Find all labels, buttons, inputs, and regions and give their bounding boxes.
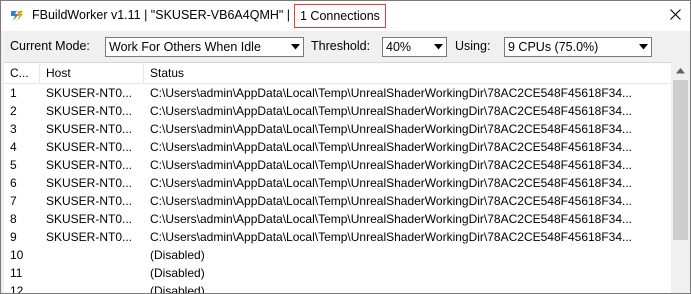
list-item[interactable]: 2 SKUSER-NT0... C:\Users\admin\AppData\Loc… — [4, 102, 671, 120]
host-name — [40, 264, 144, 282]
list-item[interactable]: 10 (Disabled) — [4, 246, 671, 264]
list-item[interactable]: 5 SKUSER-NT0... C:\Users\admin\AppData\Loc… — [4, 156, 671, 174]
chevron-down-icon — [287, 38, 303, 56]
window-title: FBuildWorker v1.11 | "SKUSER-VB6A4QMH" | — [32, 8, 291, 22]
close-icon — [669, 9, 681, 23]
status-text: C:\Users\admin\AppData\Local\Temp\Unreal… — [150, 122, 633, 136]
host-name: SKUSER-NT0... — [46, 194, 133, 208]
list-item[interactable]: 4 SKUSER-NT0... C:\Users\admin\AppData\Loc… — [4, 138, 671, 156]
column-header-cpu[interactable]: C... — [4, 63, 40, 83]
host-name: SKUSER-NT0... — [46, 86, 133, 100]
close-button[interactable] — [660, 1, 690, 31]
cpu-number: 4 — [10, 140, 17, 154]
cpu-number: 8 — [10, 212, 17, 226]
list-item[interactable]: 12 (Disabled) — [4, 282, 671, 294]
fastbuild-app-icon — [10, 9, 24, 23]
host-name: SKUSER-NT0... — [46, 104, 133, 118]
list-item[interactable]: 8 SKUSER-NT0... C:\Users\admin\AppData\Loc… — [4, 210, 671, 228]
column-header-host[interactable]: Host — [40, 63, 144, 83]
status-text: C:\Users\admin\AppData\Local\Temp\Unreal… — [150, 212, 633, 226]
status-text: (Disabled) — [150, 284, 205, 294]
status-text: (Disabled) — [150, 266, 205, 280]
mode-dropdown-value: Work For Others When Idle — [109, 40, 261, 54]
connections-list[interactable]: C... Host Status 1 SKUSER-NT0... C:\Users\… — [4, 62, 671, 294]
status-text: C:\Users\admin\AppData\Local\Temp\Unreal… — [150, 176, 633, 190]
mode-dropdown[interactable]: Work For Others When Idle — [105, 37, 304, 57]
scrollbar-thumb[interactable] — [673, 80, 688, 240]
host-name: SKUSER-NT0... — [46, 212, 133, 226]
list-item[interactable]: 7 SKUSER-NT0... C:\Users\admin\AppData\Loc… — [4, 192, 671, 210]
cpu-number: 1 — [10, 86, 17, 100]
cpu-number: 6 — [10, 176, 17, 190]
host-name — [40, 246, 144, 264]
cpu-usage-dropdown[interactable]: 9 CPUs (75.0%) — [504, 37, 652, 57]
column-header-status[interactable]: Status — [144, 63, 671, 83]
status-text: C:\Users\admin\AppData\Local\Temp\Unreal… — [150, 194, 633, 208]
host-name: SKUSER-NT0... — [46, 230, 133, 244]
host-name — [40, 282, 144, 293]
status-text: C:\Users\admin\AppData\Local\Temp\Unreal… — [150, 230, 633, 244]
scroll-up-arrow-icon[interactable] — [671, 62, 690, 79]
host-name: SKUSER-NT0... — [46, 158, 133, 172]
cpu-usage-dropdown-value: 9 CPUs (75.0%) — [508, 40, 599, 54]
chevron-down-icon — [635, 38, 651, 56]
cpu-number: 5 — [10, 158, 17, 172]
cpu-number: 2 — [10, 104, 17, 118]
current-mode-label: Current Mode: — [10, 39, 90, 53]
list-item[interactable]: 11 (Disabled) — [4, 264, 671, 282]
status-text: C:\Users\admin\AppData\Local\Temp\Unreal… — [150, 104, 633, 118]
mode-toolbar: Current Mode: Work For Others When Idle … — [1, 31, 690, 61]
cpu-number: 12 — [10, 284, 24, 294]
cpu-number: 7 — [10, 194, 17, 208]
chevron-down-icon — [430, 38, 446, 56]
cpu-number: 10 — [10, 248, 24, 262]
threshold-dropdown-value: 40% — [386, 40, 412, 54]
host-name: SKUSER-NT0... — [46, 140, 133, 154]
status-text: C:\Users\admin\AppData\Local\Temp\Unreal… — [150, 140, 633, 154]
title-bar: FBuildWorker v1.11 | "SKUSER-VB6A4QMH" |… — [1, 1, 690, 31]
connections-count: 1 Connections — [294, 4, 386, 28]
list-item[interactable]: 3 SKUSER-NT0... C:\Users\admin\AppData\Loc… — [4, 120, 671, 138]
using-label: Using: — [455, 39, 491, 53]
status-text: (Disabled) — [150, 248, 205, 262]
status-text: C:\Users\admin\AppData\Local\Temp\Unreal… — [150, 86, 633, 100]
list-item[interactable]: 9 SKUSER-NT0... C:\Users\admin\AppData\Loc… — [4, 228, 671, 246]
vertical-scrollbar[interactable] — [671, 62, 690, 293]
threshold-label: Threshold: — [311, 39, 371, 53]
list-header: C... Host Status — [4, 63, 671, 84]
list-item[interactable]: 6 SKUSER-NT0... C:\Users\admin\AppData\Loc… — [4, 174, 671, 192]
host-name: SKUSER-NT0... — [46, 122, 133, 136]
cpu-number: 3 — [10, 122, 17, 136]
threshold-dropdown[interactable]: 40% — [382, 37, 447, 57]
fbuild-worker-window: FBuildWorker v1.11 | "SKUSER-VB6A4QMH" |… — [0, 0, 691, 294]
host-name: SKUSER-NT0... — [46, 176, 133, 190]
status-text: C:\Users\admin\AppData\Local\Temp\Unreal… — [150, 158, 633, 172]
cpu-number: 11 — [10, 266, 23, 280]
list-item[interactable]: 1 SKUSER-NT0... C:\Users\admin\AppData\Loc… — [4, 84, 671, 102]
cpu-number: 9 — [10, 230, 17, 244]
